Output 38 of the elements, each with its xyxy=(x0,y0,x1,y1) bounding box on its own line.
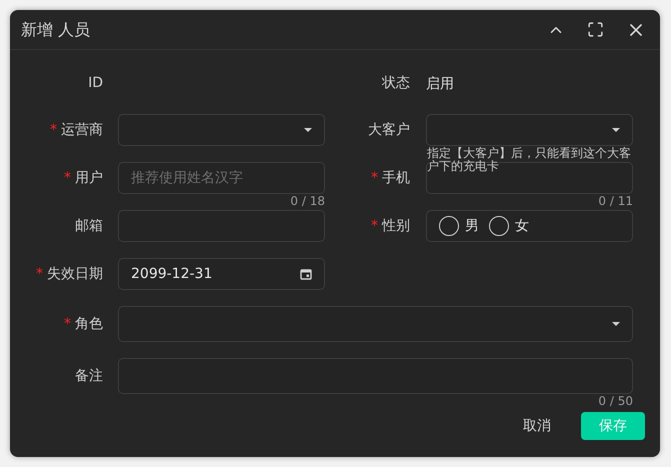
field-label: ID xyxy=(88,74,103,92)
date-field[interactable]: 2099-12-31 xyxy=(118,258,325,290)
char-counter: 0 / 11 xyxy=(598,195,633,208)
field-label: 性别 xyxy=(382,216,410,236)
field-label: 大客户 xyxy=(368,120,410,140)
field-label: 手机 xyxy=(382,168,410,188)
hint-text: 指定【大客户】后，只能看到这个大客户下的充电卡 xyxy=(427,147,632,173)
required-mark: * xyxy=(64,168,71,188)
field-label: 失效日期 xyxy=(47,264,103,284)
field-label: 邮箱 xyxy=(75,216,103,236)
field-label: 备注 xyxy=(75,366,103,386)
select-field[interactable] xyxy=(426,114,633,146)
field-label: 运营商 xyxy=(61,120,103,140)
fullscreen-icon[interactable] xyxy=(587,21,604,38)
input-field[interactable]: 推荐使用姓名汉字 xyxy=(118,162,325,194)
calendar-icon xyxy=(300,268,312,280)
radio-option[interactable]: 女 xyxy=(489,216,529,236)
field-label: 状态 xyxy=(382,74,410,92)
dialog-title: 新增 人员 xyxy=(21,18,90,40)
input-field[interactable] xyxy=(118,358,633,394)
field-label: 用户 xyxy=(75,168,103,188)
char-counter: 0 / 18 xyxy=(290,195,325,208)
radio-option[interactable]: 男 xyxy=(439,216,479,236)
select-field[interactable] xyxy=(118,114,325,146)
required-mark: * xyxy=(371,216,378,236)
field-label: 角色 xyxy=(75,314,103,334)
required-mark: * xyxy=(64,314,71,334)
cancel-button[interactable]: 取消 xyxy=(515,412,559,440)
select-field[interactable] xyxy=(118,306,633,342)
field-value: 启用 xyxy=(426,76,454,92)
required-mark: * xyxy=(371,168,378,188)
caret-icon xyxy=(304,128,312,132)
caret-icon xyxy=(612,322,620,326)
input-field[interactable] xyxy=(118,210,325,242)
required-mark: * xyxy=(36,264,43,284)
char-counter: 0 / 50 xyxy=(598,395,633,408)
caret-icon xyxy=(612,128,620,132)
required-mark: * xyxy=(50,120,57,140)
